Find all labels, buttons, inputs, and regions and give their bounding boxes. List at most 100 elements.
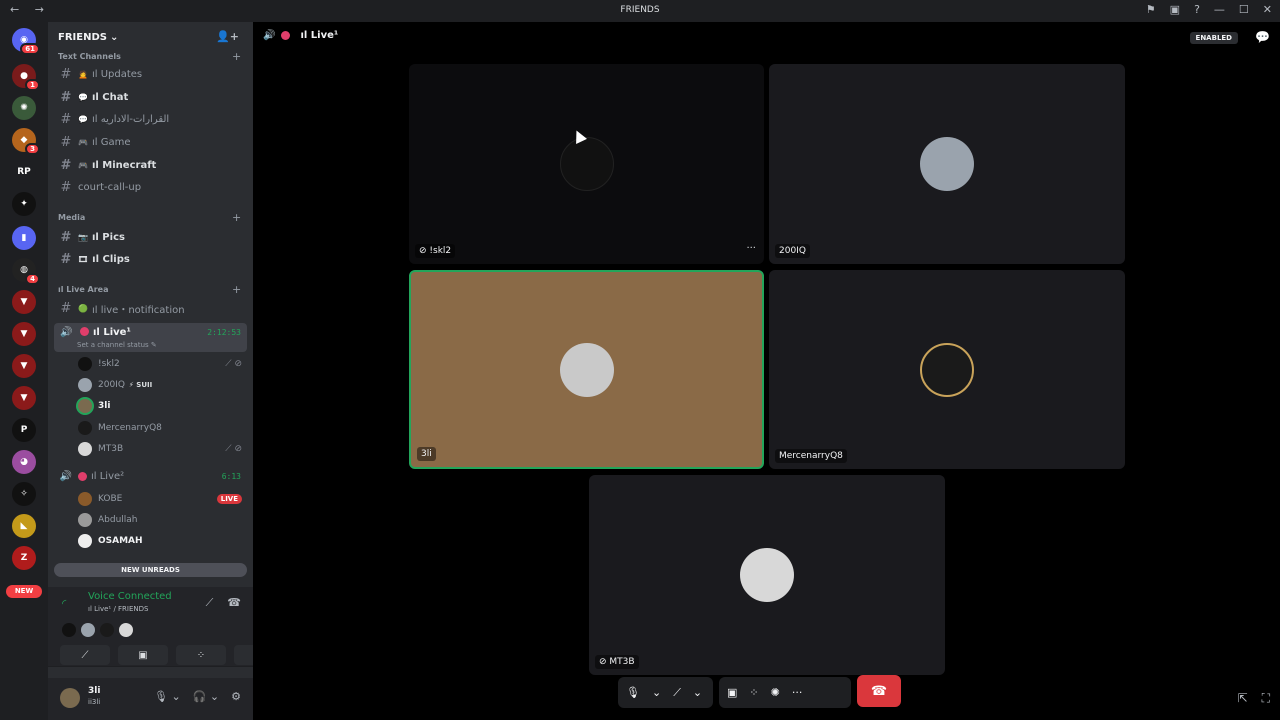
- camera-off-icon[interactable]: ⟋: [673, 686, 681, 700]
- microphone-icon[interactable]: 🎙 ⌄: [154, 690, 181, 703]
- noise-suppression-icon[interactable]: ⟋: [206, 596, 214, 610]
- channel-court-call-up[interactable]: # court-call-up: [54, 177, 247, 197]
- avatar: [740, 548, 794, 602]
- channel-dot: [78, 471, 87, 481]
- gear-icon[interactable]: ⚙: [231, 690, 241, 703]
- minimize-button[interactable]: —: [1214, 3, 1225, 16]
- avatar: [78, 534, 92, 548]
- voice-user[interactable]: 3li: [78, 396, 248, 416]
- avatar[interactable]: [60, 688, 80, 708]
- enabled-badge[interactable]: ENABLED: [1189, 32, 1238, 44]
- channel-pics[interactable]: # 📷 ıl Pics: [54, 227, 247, 247]
- channel-chat[interactable]: # 💬 ıl Chat: [54, 87, 247, 107]
- server-icon[interactable]: ▼: [12, 386, 36, 410]
- server-icon[interactable]: ▮: [12, 226, 36, 250]
- video-tile-speaking[interactable]: 3li: [409, 270, 764, 469]
- voice-user[interactable]: 200IQ ⚡ SUII: [78, 375, 248, 395]
- server-icon[interactable]: ▼: [12, 290, 36, 314]
- server-badge: 3: [25, 143, 40, 155]
- server-icon[interactable]: ▼: [12, 322, 36, 346]
- channel-status[interactable]: Set a channel status ✎: [77, 341, 157, 349]
- microphone-icon[interactable]: 🎙: [626, 686, 640, 699]
- chevron-down-icon[interactable]: ⌄: [693, 686, 702, 699]
- video-tile[interactable]: MercenarryQ8: [769, 270, 1125, 469]
- voice-user[interactable]: OSAMAH: [78, 531, 248, 551]
- voice-channel-live2[interactable]: 🔊 ıl Live² 6:13: [54, 466, 247, 486]
- screen-icon[interactable]: ▣: [1170, 3, 1180, 16]
- disconnect-button[interactable]: ☎: [857, 675, 901, 707]
- video-tile[interactable]: ⊘ !skl2 ···: [409, 64, 764, 264]
- activities-button[interactable]: ⁘: [176, 645, 226, 665]
- more-icon[interactable]: ···: [746, 243, 756, 254]
- add-channel-icon[interactable]: +: [232, 50, 241, 63]
- voice-connection-panel: ◜ Voice Connected ıl Live¹ / FRIENDS ⟋ ☎…: [48, 587, 284, 667]
- category-live-area[interactable]: ıl Live Area +: [58, 283, 241, 296]
- video-tile[interactable]: 200IQ: [769, 64, 1125, 264]
- voice-channel-path[interactable]: ıl Live¹ / FRIENDS: [88, 605, 148, 613]
- fullscreen-icon[interactable]: ⛶: [1262, 691, 1270, 706]
- channel-updates[interactable]: # 🙍 ıl Updates: [54, 64, 247, 84]
- category-text-channels[interactable]: Text Channels +: [58, 50, 241, 63]
- channel-game[interactable]: # 🎮 ıl Game: [54, 132, 247, 152]
- server-icon-rp[interactable]: RP: [12, 160, 36, 184]
- add-channel-icon[interactable]: +: [232, 283, 241, 296]
- voice-user[interactable]: MT3B ⟋ ⊘: [78, 439, 248, 459]
- add-channel-icon[interactable]: +: [232, 211, 241, 224]
- voice-user[interactable]: Abdullah: [78, 510, 248, 530]
- chat-icon[interactable]: 💬: [1255, 30, 1270, 44]
- user-tag: ⚡ SUII: [128, 381, 153, 389]
- tile-label: MercenarryQ8: [775, 449, 847, 463]
- voice-timer: 6:13: [221, 471, 241, 481]
- category-media[interactable]: Media +: [58, 211, 241, 224]
- avatar: [78, 399, 92, 413]
- voice-user[interactable]: KOBE LIVE: [78, 489, 248, 509]
- server-icon[interactable]: ✧: [12, 482, 36, 506]
- channel-clips[interactable]: # 🎞 ıl Clips: [54, 249, 247, 269]
- soundboard-icon[interactable]: ✺: [771, 686, 780, 699]
- server-icon[interactable]: ✦: [12, 192, 36, 216]
- channel-live-notification[interactable]: # 🟢 ıl live・notification: [54, 298, 247, 318]
- guild-name: FRIENDS: [58, 31, 107, 43]
- help-icon[interactable]: ?: [1194, 3, 1200, 16]
- inbox-icon[interactable]: ⚑: [1146, 3, 1156, 16]
- server-icon[interactable]: ◍ 4: [12, 258, 40, 285]
- voice-channel-live1[interactable]: 🔊 ıl Live¹ 2:12:53 Set a channel status …: [54, 323, 247, 352]
- new-pill[interactable]: NEW: [6, 585, 42, 598]
- avatar: [559, 342, 614, 397]
- channel-minecraft[interactable]: # 🎮 ıl Minecraft: [54, 155, 247, 175]
- disconnect-icon[interactable]: ☎: [227, 596, 241, 610]
- activities-icon[interactable]: ⁘: [749, 686, 758, 699]
- headphones-icon[interactable]: 🎧 ⌄: [193, 690, 219, 703]
- hash-icon: #: [60, 179, 72, 195]
- chevron-down-icon[interactable]: ⌄: [652, 686, 661, 699]
- server-icon[interactable]: ◣: [12, 514, 36, 538]
- screen-share-icon[interactable]: ▣: [727, 686, 737, 699]
- popout-icon[interactable]: ⇱: [1238, 691, 1248, 706]
- close-button[interactable]: ✕: [1263, 3, 1272, 16]
- more-icon[interactable]: ···: [792, 686, 803, 699]
- voice-user[interactable]: !skl2 ⟋ ⊘: [78, 354, 248, 374]
- server-icon[interactable]: Z: [12, 546, 36, 570]
- signal-icon[interactable]: ◜: [62, 597, 66, 610]
- server-icon[interactable]: P: [12, 418, 36, 442]
- server-icon[interactable]: ▼: [12, 354, 36, 378]
- invite-icon[interactable]: 👤+: [216, 30, 239, 43]
- voice-user[interactable]: MercenarryQ8: [78, 418, 248, 438]
- muted-icons: ⟋ ⊘: [225, 359, 242, 369]
- maximize-button[interactable]: ☐: [1239, 3, 1249, 16]
- server-icon[interactable]: ✺: [12, 96, 36, 120]
- camera-off-button[interactable]: ⟋: [60, 645, 110, 665]
- voice-connected-label: Voice Connected: [88, 591, 172, 602]
- server-icon[interactable]: ● 1: [12, 64, 40, 91]
- avatar: [100, 623, 114, 637]
- channel-admin-decisions[interactable]: # 💬 ıl القرارات-الاداريه: [54, 109, 247, 129]
- hash-icon: #: [60, 229, 72, 245]
- speaker-icon: 🔊: [60, 327, 73, 338]
- new-unreads-bar[interactable]: NEW UNREADS: [54, 563, 247, 577]
- screen-share-button[interactable]: ▣: [118, 645, 168, 665]
- home-dm-icon[interactable]: ◉ 61: [12, 28, 40, 55]
- server-icon[interactable]: ◕: [12, 450, 36, 474]
- server-icon[interactable]: ◆ 3: [12, 128, 40, 155]
- guild-header[interactable]: FRIENDS ⌄ 👤+: [48, 22, 253, 52]
- video-tile[interactable]: ⊘ MT3B: [589, 475, 945, 675]
